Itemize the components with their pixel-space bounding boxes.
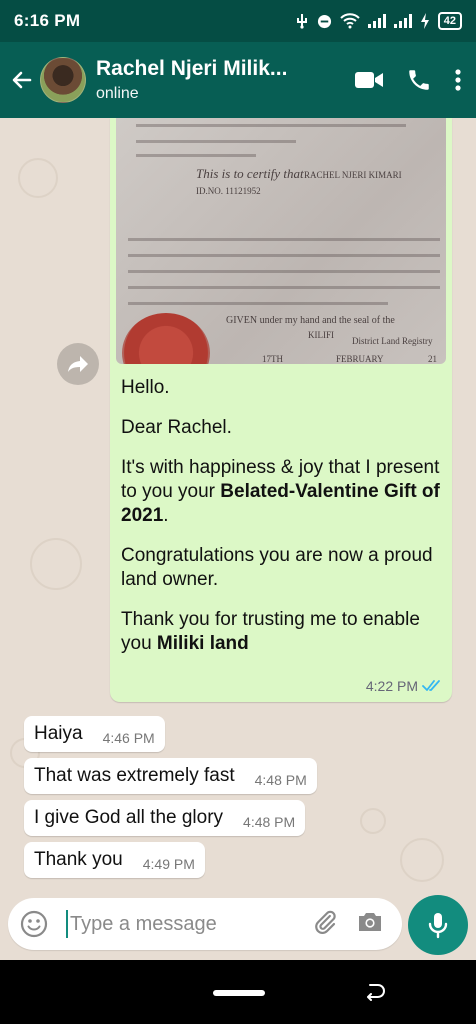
message-paragraph-thanks: Thank you for trusting me to enable you …: [121, 608, 443, 656]
message-time: 4:22 PM: [365, 678, 418, 694]
phone-icon[interactable]: [406, 67, 432, 93]
read-receipt-icon: [422, 680, 440, 691]
message-text: Hello. Dear Rachel. It's with happiness …: [121, 376, 443, 672]
signal-icon-2: [393, 14, 412, 28]
status-icons: 42: [295, 12, 462, 30]
forward-button[interactable]: [57, 343, 99, 385]
message-text: Haiya: [34, 723, 83, 744]
doc-registry: District Land Registry: [352, 336, 433, 346]
contact-name: Rachel Njeri Milik...: [96, 57, 288, 80]
composer-bar: Type a message: [0, 895, 476, 960]
message-paragraph-gift: It's with happiness & joy that I present…: [121, 456, 443, 528]
system-navigation-bar: [0, 960, 476, 1024]
camera-button[interactable]: [356, 910, 384, 939]
usb-icon: [296, 14, 307, 29]
gift-period: .: [163, 505, 169, 526]
doc-name-line: RACHEL NJERI KIMARI: [304, 170, 402, 180]
doc-id-line: ID.NO. 11121952: [196, 186, 261, 196]
wallpaper-doodle: [30, 538, 82, 590]
message-time: 4:49 PM: [142, 856, 195, 872]
doc-text-line: [136, 154, 256, 157]
attach-button[interactable]: [312, 909, 338, 940]
doc-text-line: [128, 270, 440, 273]
doc-day: 17TH: [262, 354, 283, 364]
input-placeholder: Type a message: [70, 912, 217, 935]
status-time: 6:16 PM: [14, 11, 81, 30]
incoming-message[interactable]: I give God all the glory 4:48 PM: [24, 800, 306, 836]
doc-given-line: GIVEN under my hand and the seal of the: [226, 315, 395, 326]
paperclip-icon: [315, 910, 336, 934]
chat-area[interactable]: This is to certify that RACHEL NJERI KIM…: [0, 118, 476, 898]
outgoing-message[interactable]: This is to certify that RACHEL NJERI KIM…: [110, 118, 452, 702]
doc-text-line: [128, 238, 440, 241]
emoji-icon: [20, 910, 48, 938]
forward-icon: [68, 356, 88, 372]
doc-text-line: [128, 302, 388, 305]
home-gesture-pill[interactable]: [213, 990, 265, 996]
message-text: That was extremely fast: [34, 765, 235, 786]
message-time: 4:48 PM: [254, 772, 307, 788]
wallpaper-doodle: [360, 808, 386, 834]
text-cursor: [66, 910, 68, 938]
doc-text-line: [128, 254, 440, 257]
wallpaper-doodle: [18, 158, 58, 198]
header-actions: [354, 67, 476, 93]
more-options-icon[interactable]: [454, 68, 462, 92]
message-text: Thank you: [34, 849, 123, 870]
wifi-icon: [340, 13, 360, 29]
contact-info[interactable]: Rachel Njeri Milik... online: [96, 57, 306, 103]
charging-icon: [420, 13, 429, 29]
emoji-button[interactable]: [20, 910, 50, 938]
message-paragraph-congrats: Congratulations you are now a proud land…: [121, 545, 433, 590]
message-time: 4:48 PM: [243, 814, 296, 830]
message-greeting: Hello.: [121, 377, 170, 398]
doc-text-line: [136, 140, 296, 143]
doc-text-line: [136, 124, 406, 127]
system-back-icon[interactable]: [364, 982, 386, 1002]
red-seal-image: [122, 313, 210, 364]
signal-icon: [367, 14, 386, 28]
back-arrow-icon: [12, 71, 32, 89]
presence-status: online: [96, 85, 139, 102]
voice-record-button[interactable]: [408, 895, 468, 955]
incoming-message[interactable]: Thank you 4:49 PM: [24, 842, 205, 878]
doc-text-line: [128, 286, 440, 289]
battery-icon: 42: [437, 12, 462, 30]
doc-month: FEBRUARY: [336, 354, 384, 364]
camera-icon: [359, 912, 381, 931]
microphone-icon: [428, 913, 448, 939]
land-title-photo[interactable]: This is to certify that RACHEL NJERI KIM…: [116, 118, 446, 364]
thanks-highlight: Miliki land: [156, 633, 249, 654]
chat-header: Rachel Njeri Milik... online: [0, 42, 476, 118]
message-text: I give God all the glory: [34, 807, 224, 828]
incoming-message[interactable]: Haiya 4:46 PM: [24, 716, 165, 752]
avatar[interactable]: [40, 57, 86, 103]
message-input[interactable]: Type a message: [8, 898, 402, 950]
video-call-icon[interactable]: [354, 69, 384, 91]
doc-cert-line: This is to certify that: [196, 166, 304, 181]
wallpaper-doodle: [400, 838, 444, 882]
back-button[interactable]: [4, 42, 40, 118]
status-bar: 6:16 PM 42: [0, 0, 476, 42]
doc-year: 21: [428, 354, 437, 364]
doc-place: KILIFI: [308, 330, 334, 340]
do-not-disturb-icon: [317, 14, 331, 28]
message-time: 4:46 PM: [102, 730, 155, 746]
message-salutation: Dear Rachel.: [121, 417, 232, 438]
message-meta: 4:22 PM: [366, 678, 442, 694]
incoming-message[interactable]: That was extremely fast 4:48 PM: [24, 758, 317, 794]
